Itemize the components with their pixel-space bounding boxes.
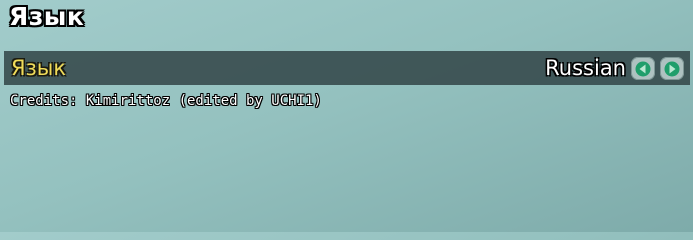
arrow-left-icon bbox=[635, 61, 651, 76]
language-option-label: Язык bbox=[11, 56, 67, 80]
page-title: Язык bbox=[9, 2, 85, 31]
arrow-right-icon bbox=[664, 61, 680, 76]
language-option-value: Russian bbox=[545, 56, 626, 80]
language-option-row[interactable]: Язык Russian bbox=[4, 51, 690, 85]
language-prev-button[interactable] bbox=[631, 57, 655, 80]
language-next-button[interactable] bbox=[660, 57, 684, 80]
credits-text: Credits: Kimirittoz (edited by UCHI1) bbox=[10, 93, 322, 109]
